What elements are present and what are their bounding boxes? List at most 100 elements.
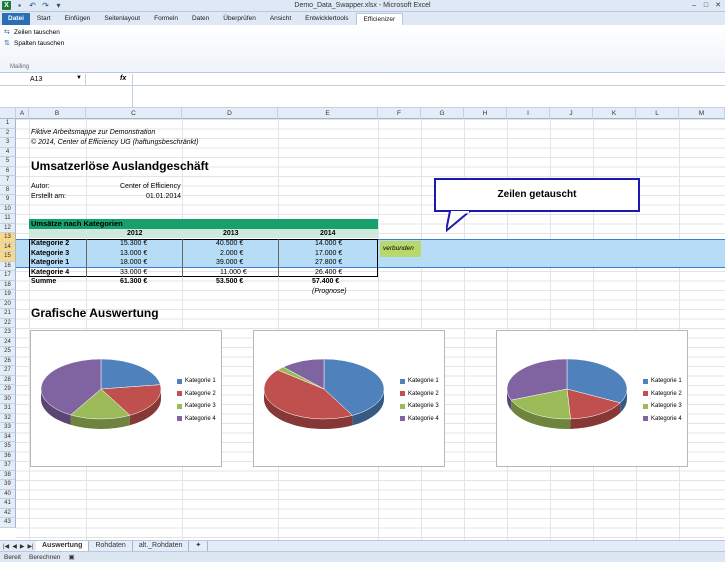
row-header[interactable]: 6 (0, 166, 16, 176)
row-header[interactable]: 15 (0, 252, 16, 262)
sheet-tab-alt-rohdaten[interactable]: alt._Rohdaten (133, 541, 190, 551)
row-header[interactable]: 42 (0, 508, 16, 518)
sheet-tab-rohdaten[interactable]: Rohdaten (89, 541, 133, 551)
row-header[interactable]: 4 (0, 147, 16, 157)
maximize-icon[interactable]: □ (701, 1, 711, 10)
row-header[interactable]: 37 (0, 461, 16, 471)
col-header-a[interactable]: A (16, 108, 29, 119)
function-icon[interactable]: fx (120, 75, 126, 82)
row-header[interactable]: 43 (0, 518, 16, 528)
table-cell[interactable]: 26.400 € (315, 269, 342, 276)
table-cell[interactable]: 2.000 € (220, 250, 243, 257)
col-header-d[interactable]: D (182, 108, 278, 119)
row-header[interactable]: 5 (0, 157, 16, 167)
row-header[interactable]: 17 (0, 271, 16, 281)
row-header[interactable]: 39 (0, 480, 16, 490)
tab-einfuegen[interactable]: Einfügen (58, 13, 98, 25)
row-header[interactable]: 24 (0, 337, 16, 347)
col-header-e[interactable]: E (278, 108, 378, 119)
row-header[interactable]: 27 (0, 366, 16, 376)
chevron-down-icon[interactable]: ▼ (76, 75, 82, 81)
row-header[interactable]: 41 (0, 499, 16, 509)
formula-input[interactable] (0, 86, 725, 108)
tab-datei[interactable]: Datei (2, 13, 30, 25)
col-header-c[interactable]: C (86, 108, 182, 119)
swap-columns-button[interactable]: ⇅ Spalten tauschen (4, 40, 64, 48)
row-header[interactable]: 7 (0, 176, 16, 186)
first-sheet-icon[interactable]: |◀ (3, 543, 9, 550)
prev-sheet-icon[interactable]: ◀ (12, 543, 17, 550)
last-sheet-icon[interactable]: ▶| (27, 543, 33, 550)
row-header[interactable]: 21 (0, 309, 16, 319)
row-header[interactable]: 22 (0, 318, 16, 328)
select-all-corner[interactable] (0, 108, 16, 119)
row-header[interactable]: 28 (0, 375, 16, 385)
row-header[interactable]: 34 (0, 432, 16, 442)
col-header-b[interactable]: B (29, 108, 86, 119)
row-header[interactable]: 29 (0, 385, 16, 395)
table-cell[interactable]: 40.500 € (216, 240, 243, 247)
col-header-k[interactable]: K (593, 108, 636, 119)
col-header-h[interactable]: H (464, 108, 507, 119)
close-icon[interactable]: ✕ (713, 1, 723, 10)
col-header-i[interactable]: I (507, 108, 550, 119)
tab-efficienizer[interactable]: Efficienizer (355, 13, 404, 25)
col-header-g[interactable]: G (421, 108, 464, 119)
row-header[interactable]: 1 (0, 119, 16, 129)
row-header[interactable]: 8 (0, 185, 16, 195)
tab-daten[interactable]: Daten (185, 13, 216, 25)
pie-slice-kategorie-1[interactable] (100, 358, 161, 390)
tab-ueberpruefen[interactable]: Überprüfen (216, 13, 263, 25)
tab-start[interactable]: Start (30, 13, 58, 25)
row-header[interactable]: 18 (0, 280, 16, 290)
col-header-l[interactable]: L (636, 108, 679, 119)
table-cell[interactable]: 33.000 € (120, 269, 147, 276)
new-sheet-icon[interactable]: ✦ (189, 541, 209, 551)
col-header-f[interactable]: F (378, 108, 421, 119)
status-calculate[interactable]: Berechnen (29, 554, 60, 561)
table-cell[interactable]: 14.000 € (315, 240, 342, 247)
row-header[interactable]: 33 (0, 423, 16, 433)
tab-formeln[interactable]: Formeln (147, 13, 185, 25)
row-header[interactable]: 3 (0, 138, 16, 148)
tab-ansicht[interactable]: Ansicht (263, 13, 298, 25)
table-row-label[interactable]: Kategorie 3 (31, 250, 69, 257)
row-header[interactable]: 25 (0, 347, 16, 357)
row-header[interactable]: 9 (0, 195, 16, 205)
row-header[interactable]: 13 (0, 233, 16, 243)
table-cell[interactable]: 39.000 € (216, 259, 243, 266)
row-header[interactable]: 31 (0, 404, 16, 414)
row-header[interactable]: 2 (0, 128, 16, 138)
row-header[interactable]: 12 (0, 223, 16, 233)
worksheet-grid[interactable]: A B C D E F G H I J K L M 1 2 3 4 5 6 7 8 9 10 11 1… (0, 108, 725, 540)
pie-chart-2012[interactable]: Kategorie 1 Kategorie 2 Kategorie 3 Kategor… (30, 330, 222, 467)
col-header-m[interactable]: M (679, 108, 725, 119)
row-header[interactable]: 26 (0, 356, 16, 366)
row-header[interactable]: 10 (0, 204, 16, 214)
next-sheet-icon[interactable]: ▶ (20, 543, 25, 550)
table-row-label[interactable]: Kategorie 4 (31, 269, 69, 276)
row-header[interactable]: 16 (0, 261, 16, 271)
row-header[interactable]: 11 (0, 214, 16, 224)
table-cell[interactable]: 13.000 € (120, 250, 147, 257)
table-row-label[interactable]: Kategorie 1 (31, 259, 69, 266)
macro-record-icon[interactable]: ▣ (68, 553, 74, 561)
pie-chart-2014[interactable]: Kategorie 1 Kategorie 2 Kategorie 3 Kategor… (496, 330, 688, 467)
swap-rows-button[interactable]: ⇆ Zeilen tauschen (4, 29, 60, 37)
table-row-label[interactable]: Kategorie 2 (31, 240, 69, 247)
row-header[interactable]: 38 (0, 470, 16, 480)
row-header[interactable]: 30 (0, 394, 16, 404)
row-header[interactable]: 40 (0, 489, 16, 499)
row-header[interactable]: 14 (0, 242, 16, 252)
table-cell[interactable]: 27.800 € (315, 259, 342, 266)
tab-entwicklertools[interactable]: Entwicklertools (298, 13, 355, 25)
tab-seitenlayout[interactable]: Seitenlayout (97, 13, 147, 25)
row-header[interactable]: 23 (0, 328, 16, 338)
minimize-icon[interactable]: – (689, 1, 699, 10)
table-cell[interactable]: 11.000 € (220, 269, 247, 276)
table-cell[interactable]: 17.000 € (315, 250, 342, 257)
name-box[interactable]: A13 ▼ (0, 74, 86, 85)
row-header[interactable]: 19 (0, 290, 16, 300)
sheet-tab-auswertung[interactable]: Auswertung (36, 541, 90, 551)
row-header[interactable]: 32 (0, 413, 16, 423)
